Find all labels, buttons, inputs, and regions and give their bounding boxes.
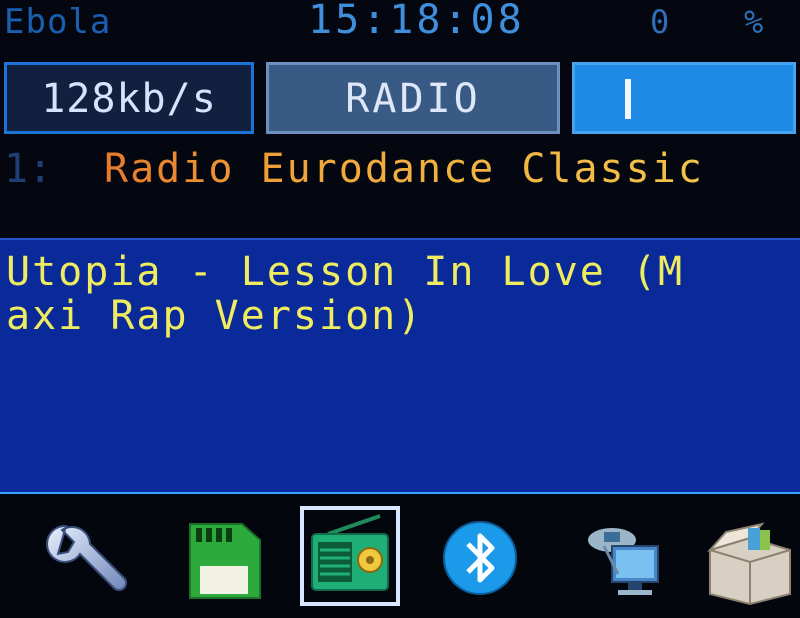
toolbar — [0, 496, 800, 618]
bitrate-label: 128kb/s — [41, 76, 217, 122]
mode-label: RADIO — [345, 76, 481, 122]
wrench-icon[interactable] — [40, 510, 136, 606]
status-bar: Ebola 15:18:08 0 % — [0, 0, 800, 48]
device-name: Ebola — [4, 2, 112, 42]
screen: Ebola 15:18:08 0 % 128kb/s RADIO 1: Radi… — [0, 0, 800, 618]
now-playing-line-1: Utopia - Lesson In Love (M — [6, 249, 685, 295]
station-name: Radio Eurodance Classic — [104, 146, 704, 192]
now-playing-panel: Utopia - Lesson In Love (M axi Rap Versi… — [0, 238, 800, 494]
box-icon[interactable] — [702, 510, 798, 606]
now-playing-line-2: axi Rap Version) — [6, 293, 424, 339]
sd-card-icon[interactable] — [178, 510, 274, 606]
mode-box[interactable]: RADIO — [266, 62, 560, 134]
volume-bar[interactable] — [572, 62, 796, 134]
bitrate-box: 128kb/s — [4, 62, 254, 134]
percent-symbol: % — [744, 3, 764, 41]
radio-icon[interactable] — [300, 506, 400, 606]
station-index: 1: — [4, 146, 53, 192]
volume-value: 0 — [650, 3, 670, 41]
clock: 15:18:08 — [308, 0, 525, 43]
network-icon[interactable] — [578, 510, 674, 606]
bluetooth-icon[interactable] — [438, 510, 534, 606]
station-line: 1: Radio Eurodance Classic — [0, 144, 800, 196]
volume-marker — [625, 79, 631, 119]
